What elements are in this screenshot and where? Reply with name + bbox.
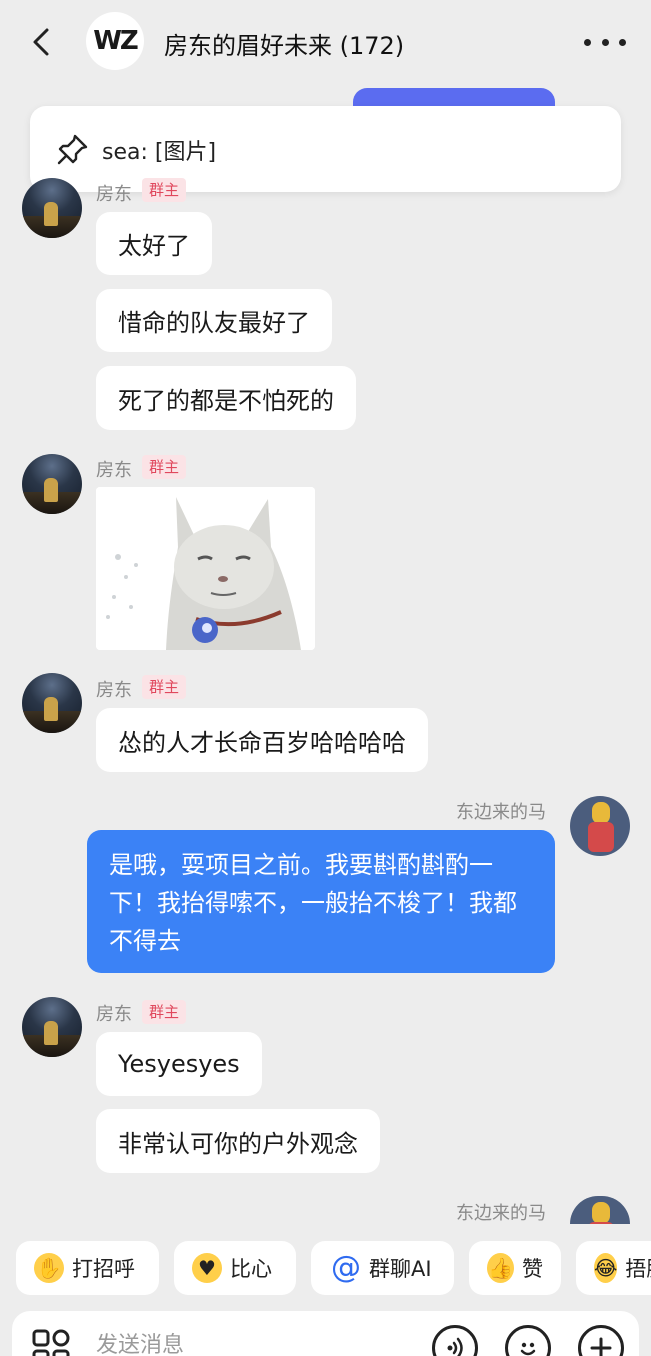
quick-reply-label: 赞	[522, 1257, 543, 1281]
quick-reply-chip[interactable]: ♥ 比心	[174, 1241, 296, 1295]
owner-badge: 群主	[142, 455, 187, 479]
sender-name: 房东	[96, 184, 132, 205]
emoji-button[interactable]	[505, 1325, 551, 1356]
owner-badge: 群主	[142, 178, 187, 202]
quick-reply-chip[interactable]: 👍 赞	[469, 1241, 561, 1295]
owner-badge: 群主	[142, 675, 187, 699]
cat-sticker-image	[96, 487, 315, 650]
quick-reply-chip[interactable]: 😂 捂脸	[576, 1241, 651, 1295]
group-avatar[interactable]: WZ	[86, 12, 144, 70]
smiley-icon	[520, 1342, 536, 1356]
sender-name: 房东	[96, 680, 132, 701]
quick-reply-chip[interactable]: @ 群聊AI	[311, 1241, 454, 1295]
avatar[interactable]	[22, 673, 82, 733]
pinned-message-text: sea: [图片]	[102, 140, 217, 165]
at-icon: @	[331, 1250, 361, 1285]
group-avatar-logo: WZ	[93, 26, 139, 56]
more-dot-icon	[619, 38, 626, 46]
more-button[interactable]	[584, 30, 626, 54]
my-message-bubble[interactable]: 是哦，耍项目之前。我要斟酌斟酌一下！我抬得嗦不，一般抬不梭了！我都不得去	[87, 830, 555, 973]
sender-name: 房东	[96, 1004, 132, 1025]
message-bubble[interactable]: Yesyesyes	[96, 1032, 262, 1096]
quick-reply-chip[interactable]: ✋ 打招呼	[16, 1241, 159, 1295]
message-bubble[interactable]: 太好了	[96, 212, 212, 275]
message-input[interactable]	[96, 1323, 416, 1356]
message-bubble[interactable]: 非常认可你的户外观念	[96, 1109, 380, 1173]
plus-icon	[590, 1337, 612, 1356]
more-dot-icon	[601, 38, 609, 46]
thumbs-up-icon: 👍	[487, 1253, 514, 1283]
message-input-bar	[12, 1311, 639, 1356]
chevron-left-icon	[33, 28, 49, 56]
sticker-image[interactable]	[96, 487, 315, 650]
apps-grid-icon[interactable]	[32, 1329, 70, 1356]
quick-reply-label: 捂脸	[625, 1257, 651, 1281]
avatar[interactable]	[22, 997, 82, 1057]
quick-reply-label: 群聊AI	[369, 1257, 432, 1281]
wave-emoji-icon: ✋	[34, 1253, 64, 1283]
my-avatar[interactable]	[570, 1196, 630, 1224]
quick-reply-label: 打招呼	[72, 1257, 135, 1281]
avatar[interactable]	[22, 454, 82, 514]
quick-reply-label: 比心	[230, 1257, 272, 1281]
facepalm-emoji-icon: 😂	[594, 1253, 618, 1283]
my-sender-name: 东边来的马	[456, 802, 546, 823]
owner-badge: 群主	[142, 1000, 187, 1024]
back-button[interactable]	[24, 24, 58, 60]
more-actions-button[interactable]	[578, 1325, 624, 1356]
heart-hands-emoji-icon: ♥	[192, 1253, 222, 1283]
message-bubble[interactable]: 死了的都是不怕死的	[96, 366, 356, 430]
avatar[interactable]	[22, 178, 82, 238]
more-dot-icon	[584, 38, 591, 46]
message-bubble[interactable]: 怂的人才长命百岁哈哈哈哈	[96, 708, 428, 772]
sender-name: 房东	[96, 460, 132, 481]
voice-button[interactable]	[432, 1325, 478, 1356]
my-sender-name: 东边来的马	[456, 1203, 546, 1224]
pin-icon	[57, 134, 88, 165]
group-title[interactable]: 房东的眉好未来 (172)	[164, 26, 404, 61]
my-avatar[interactable]	[570, 796, 630, 856]
chat-header: WZ 房东的眉好未来 (172)	[0, 0, 651, 86]
quick-reply-bar: ✋ 打招呼 ♥ 比心 @ 群聊AI 👍 赞 😂 捂脸	[0, 1241, 651, 1297]
voice-icon	[447, 1337, 463, 1356]
message-bubble[interactable]: 惜命的队友最好了	[96, 289, 332, 352]
